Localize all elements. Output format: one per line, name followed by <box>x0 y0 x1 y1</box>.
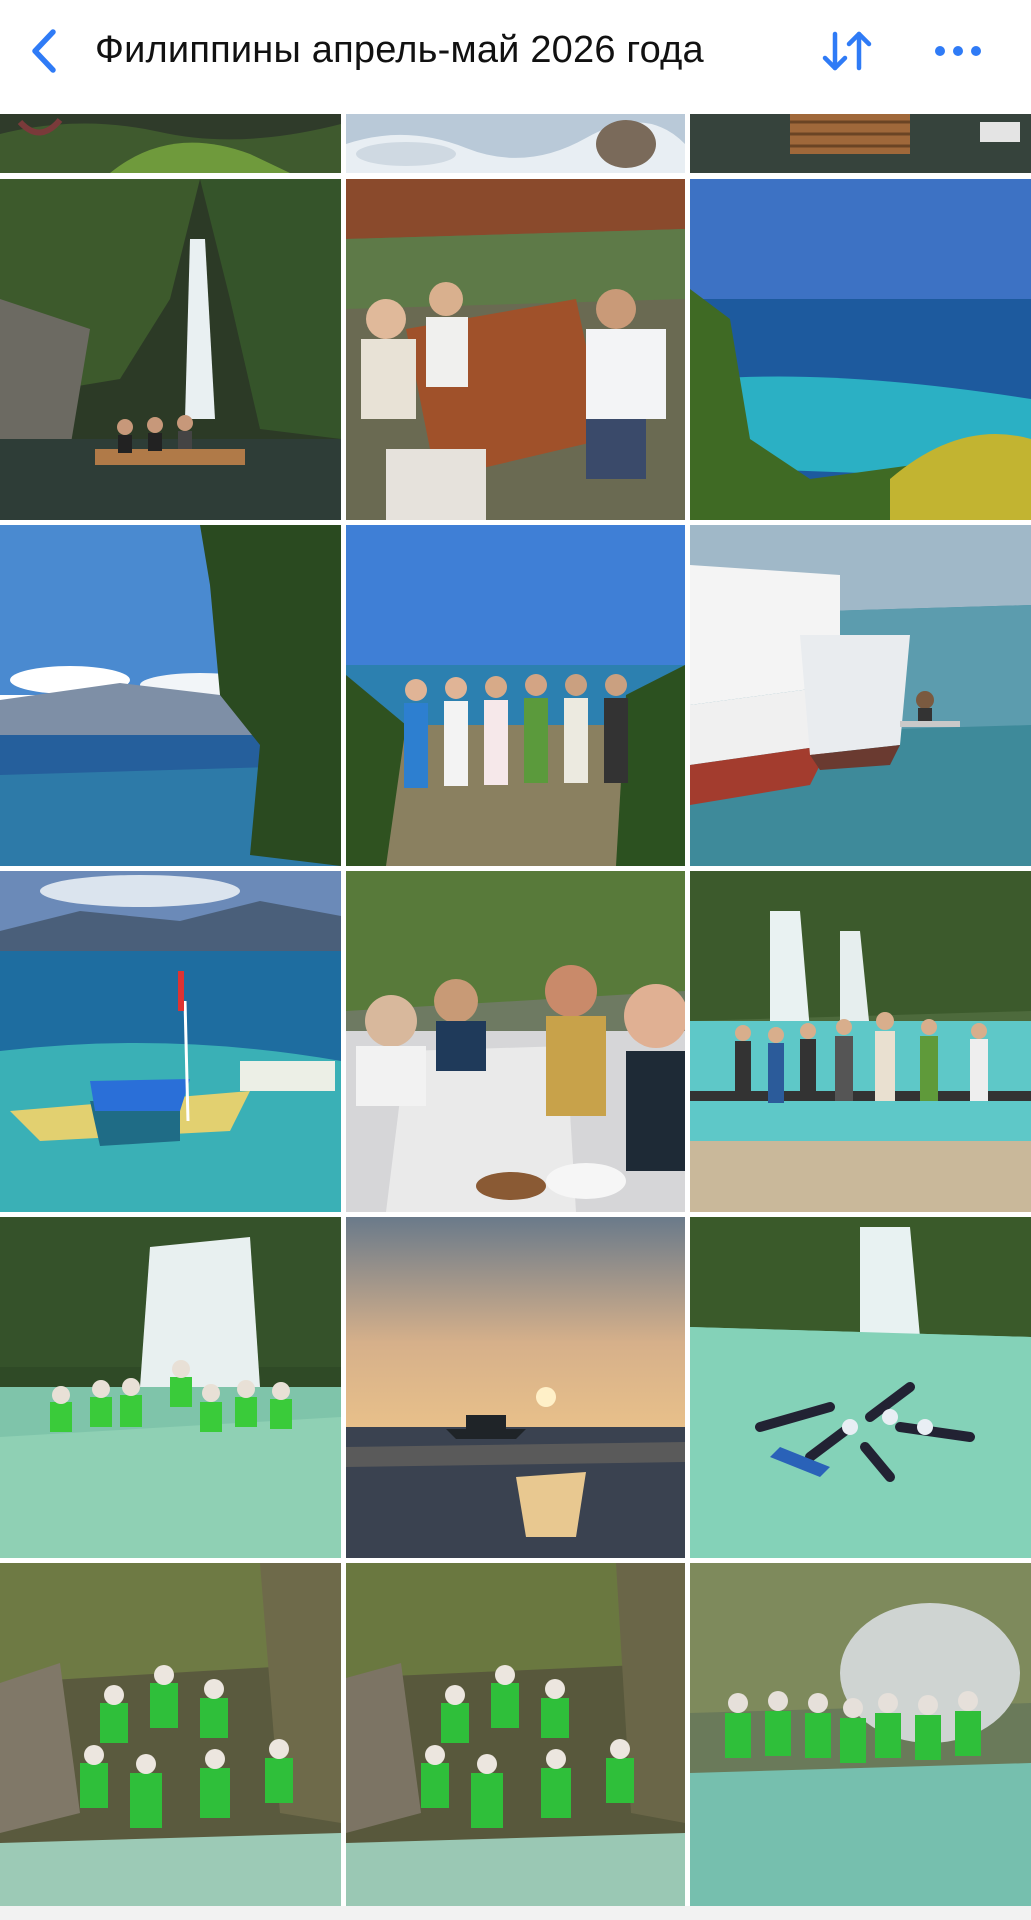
photo-grid <box>0 114 1031 1920</box>
photo-thumbnail[interactable] <box>346 871 685 1212</box>
photo-thumbnail[interactable] <box>690 114 1031 173</box>
photo-thumbnail[interactable] <box>0 114 341 173</box>
photo-thumbnail[interactable] <box>690 1563 1031 1906</box>
navigation-bar: Филиппины апрель-май 2026 года <box>0 0 1031 106</box>
photo-thumbnail[interactable] <box>0 525 341 866</box>
photo-thumbnail[interactable] <box>690 525 1031 866</box>
photo-thumbnail[interactable] <box>346 179 685 520</box>
photo-thumbnail[interactable] <box>346 114 685 173</box>
album-title: Филиппины апрель-май 2026 года <box>95 29 704 71</box>
back-button[interactable] <box>22 26 66 76</box>
chevron-left-icon <box>32 29 56 73</box>
sort-arrows-icon <box>822 31 872 71</box>
photo-thumbnail[interactable] <box>346 1563 685 1906</box>
photo-thumbnail[interactable] <box>346 1217 685 1558</box>
photo-thumbnail[interactable] <box>690 1217 1031 1558</box>
bottom-edge <box>0 1906 1031 1920</box>
photo-thumbnail[interactable] <box>0 871 341 1212</box>
sort-button[interactable] <box>815 26 879 76</box>
photo-thumbnail[interactable] <box>0 179 341 520</box>
photo-thumbnail[interactable] <box>346 525 685 866</box>
photo-thumbnail[interactable] <box>0 1563 341 1906</box>
ellipsis-icon <box>935 46 981 56</box>
photo-thumbnail[interactable] <box>690 871 1031 1212</box>
photo-thumbnail[interactable] <box>690 179 1031 520</box>
more-options-button[interactable] <box>928 26 988 76</box>
photo-thumbnail[interactable] <box>0 1217 341 1558</box>
